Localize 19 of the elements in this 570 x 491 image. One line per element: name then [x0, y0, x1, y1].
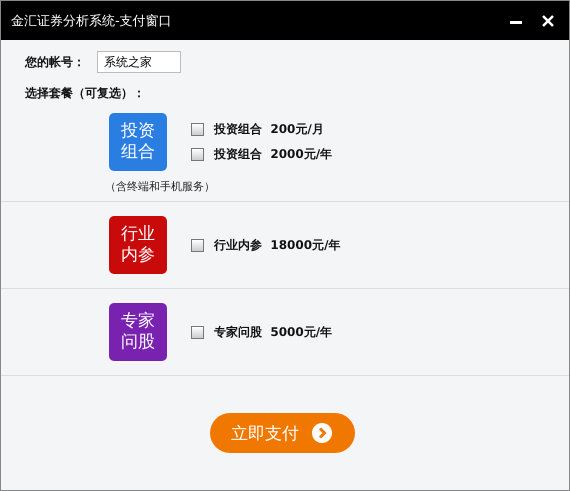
package-prompt: 选择套餐（可复选）： — [25, 85, 145, 102]
checkbox[interactable] — [191, 123, 204, 136]
account-field[interactable]: 系统之家 — [97, 51, 181, 73]
chevron-right-icon — [311, 422, 333, 444]
close-icon — [541, 14, 555, 28]
checkbox[interactable] — [191, 326, 204, 338]
minimize-icon — [510, 21, 522, 24]
account-label: 您的帐号： — [25, 54, 85, 70]
checkbox[interactable] — [191, 148, 204, 161]
package-option[interactable]: 投资组合 2000元/年 — [191, 146, 332, 163]
package-option[interactable]: 行业内参 18000元/年 — [191, 236, 340, 254]
package-tile: 投资 组合 — [109, 113, 167, 171]
window-title: 金汇证券分析系统-支付窗口 — [11, 12, 173, 30]
package-option[interactable]: 专家问股 5000元/年 — [191, 324, 332, 340]
package-tile: 专家 问股 — [109, 303, 167, 361]
checkbox[interactable] — [191, 238, 204, 252]
package-note: （含终端和手机服务） — [105, 179, 215, 194]
package-tile: 行业 内参 — [109, 216, 167, 274]
package-option[interactable]: 投资组合 200元/月 — [191, 121, 332, 138]
